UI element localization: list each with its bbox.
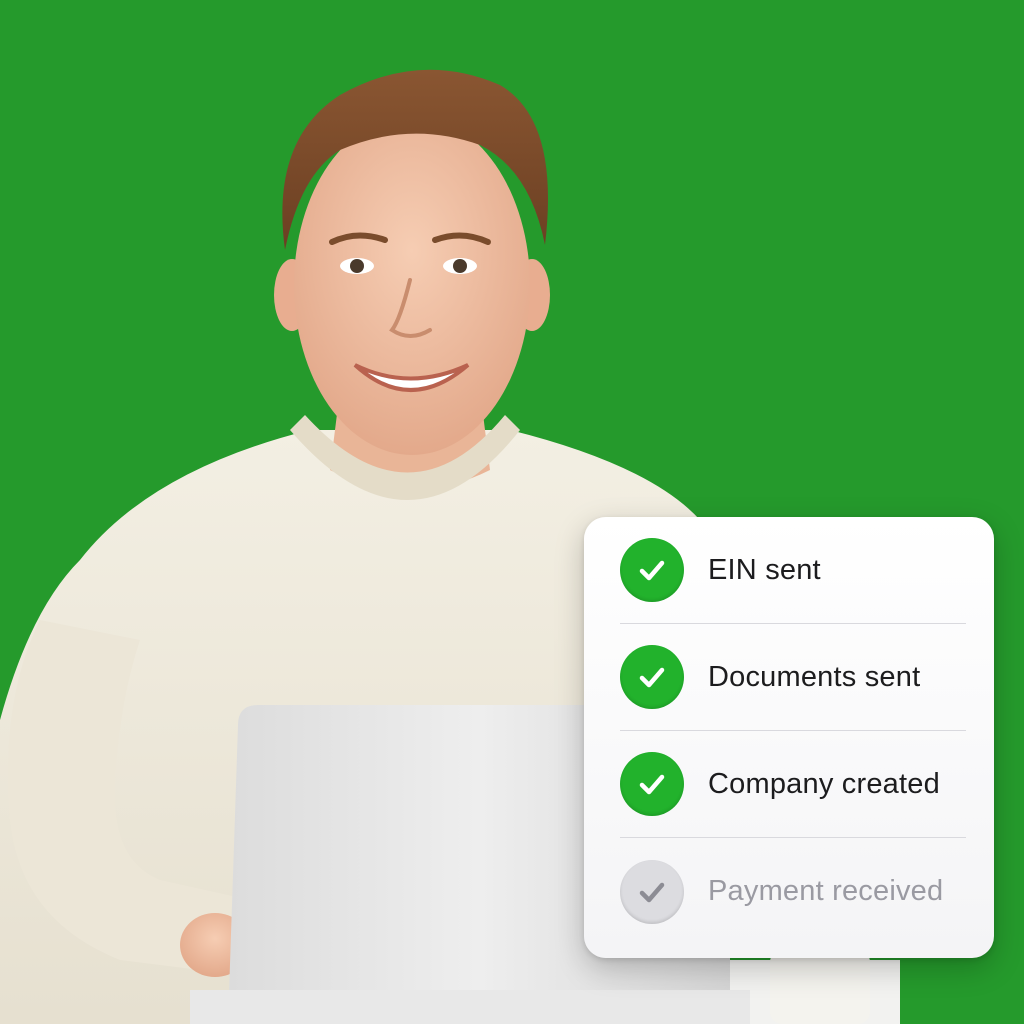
- status-label: EIN sent: [708, 553, 821, 586]
- hero-scene: EIN sent Documents sent Company created …: [0, 0, 1024, 1024]
- status-item-documents-sent: Documents sent: [620, 624, 966, 731]
- status-card: EIN sent Documents sent Company created …: [584, 517, 994, 958]
- check-icon: [620, 645, 684, 709]
- status-label: Payment received: [708, 875, 944, 907]
- status-item-payment-received: Payment received: [620, 838, 966, 945]
- status-item-company-created: Company created: [620, 731, 966, 838]
- check-icon: [620, 859, 684, 924]
- check-icon: [620, 752, 684, 816]
- cup: [770, 950, 870, 1024]
- face: [294, 115, 530, 455]
- status-label: Documents sent: [708, 660, 921, 693]
- status-label: Company created: [708, 767, 940, 800]
- status-item-ein-sent: EIN sent: [620, 517, 966, 624]
- check-icon: [620, 538, 684, 602]
